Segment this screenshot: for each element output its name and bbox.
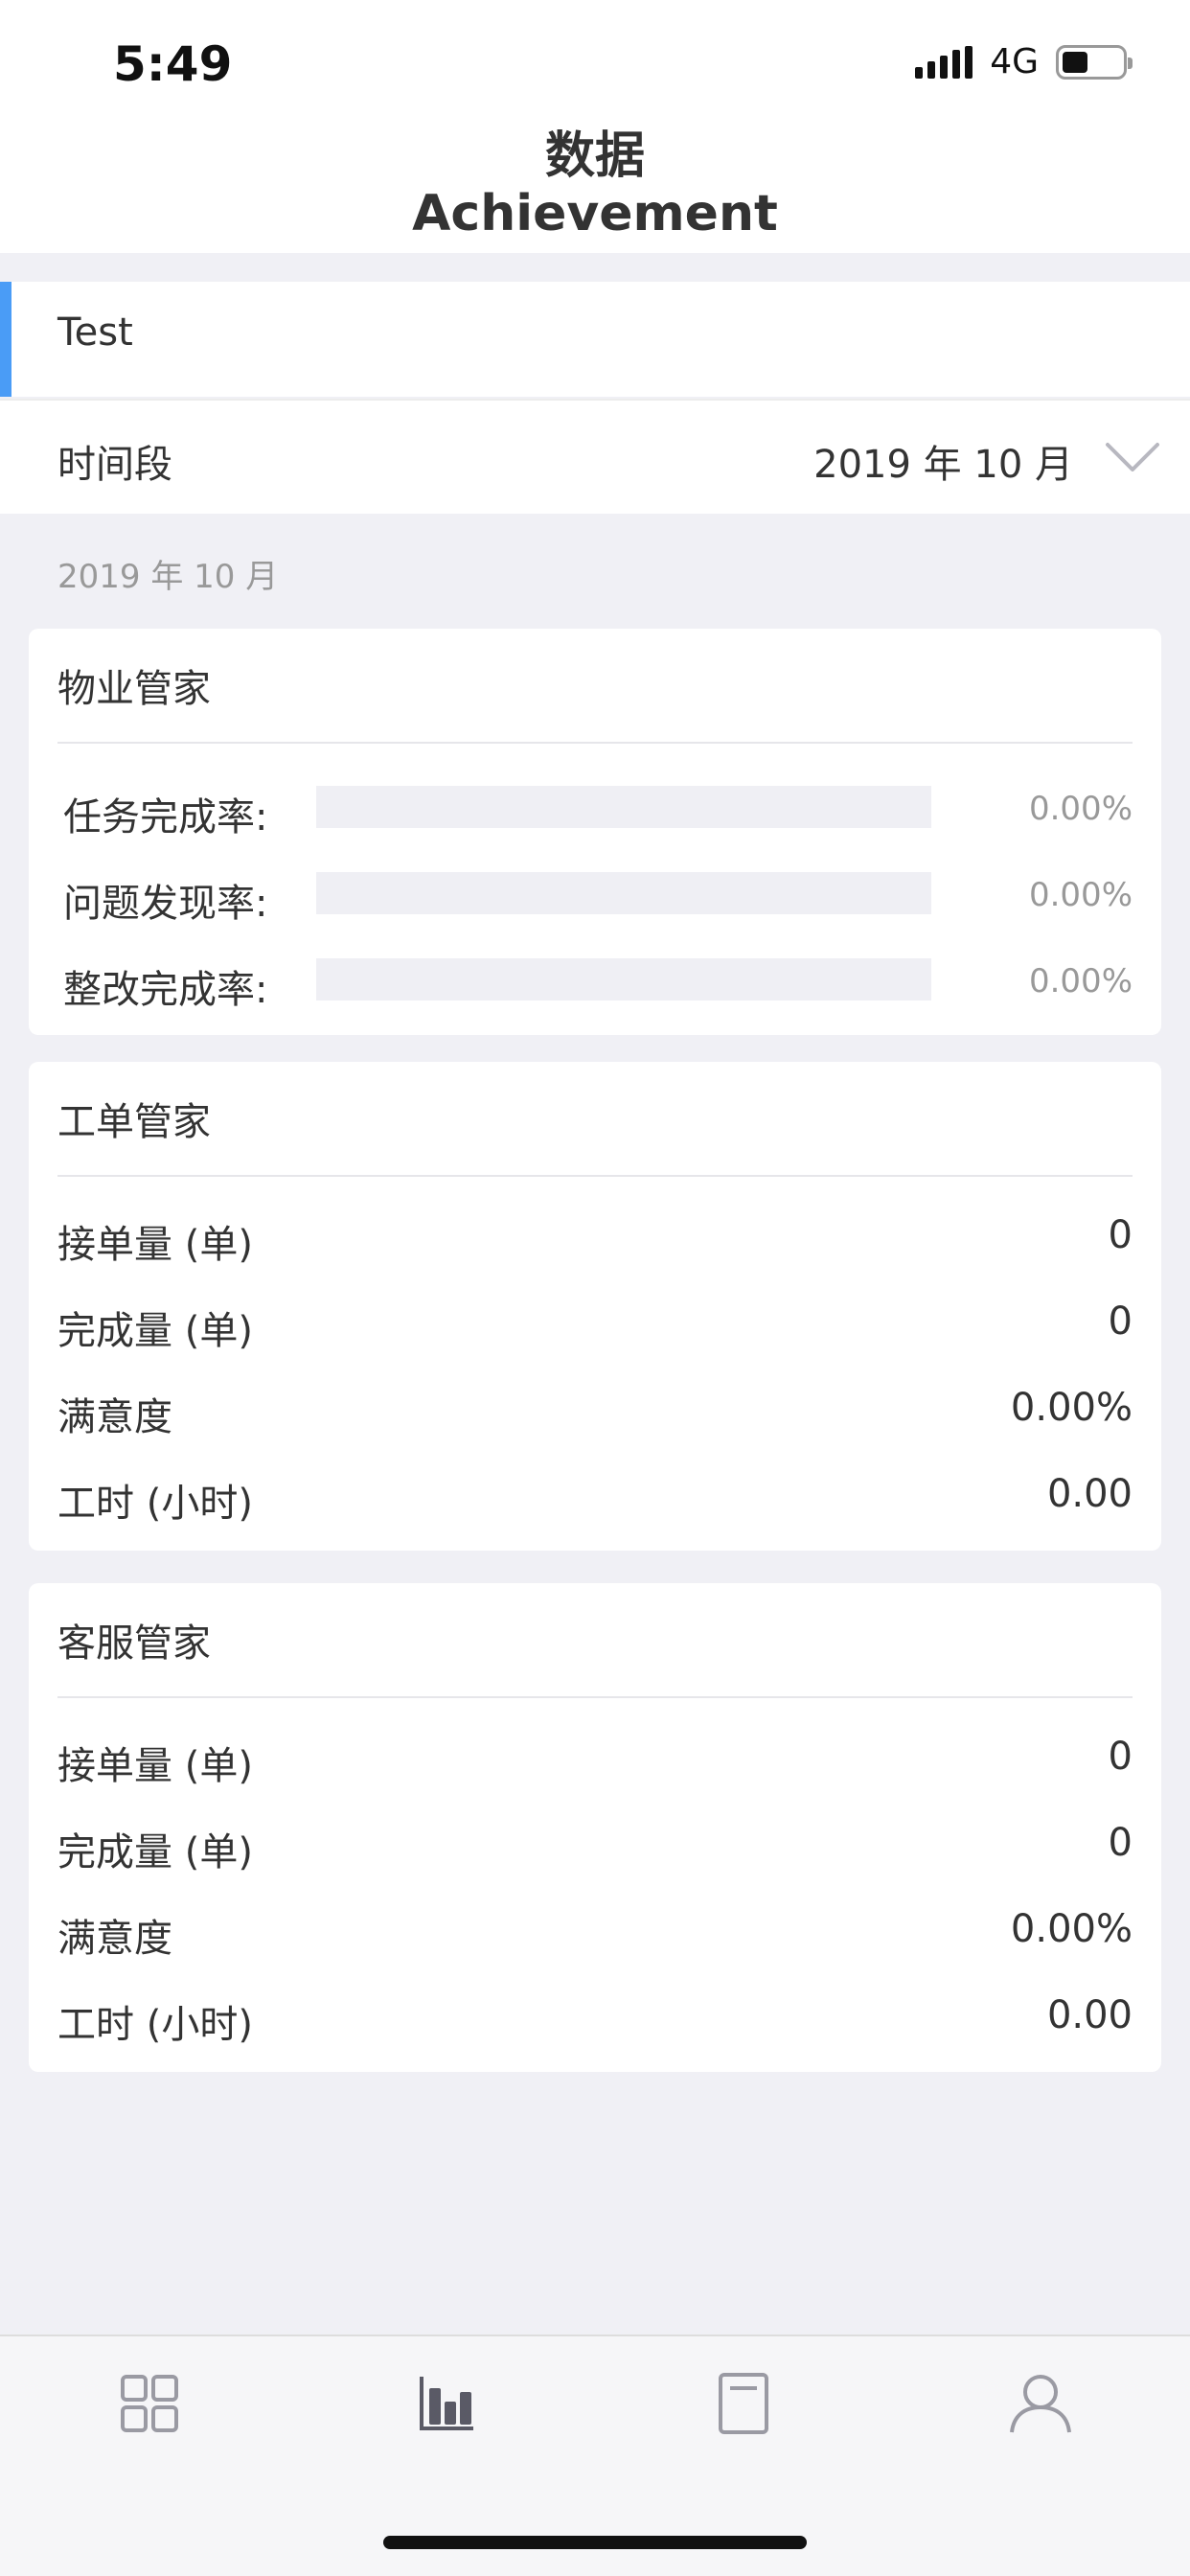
- stat-label: 满意度: [57, 1917, 172, 1961]
- home-indicator: [383, 2536, 807, 2549]
- stat-row: 接单量 (单) 0: [29, 1206, 1161, 1273]
- customer-service-manager-card: 客服管家 接单量 (单) 0 完成量 (单) 0 满意度 0.00% 工时 (小…: [29, 1583, 1161, 2072]
- period-label: 时间段: [57, 443, 172, 487]
- rate-value: 0.00%: [1028, 876, 1133, 914]
- rate-label: 问题发现率:: [63, 882, 268, 926]
- divider: [57, 742, 1133, 744]
- stat-value: 0.00: [1046, 1993, 1133, 2037]
- progress-track: [316, 786, 931, 828]
- stat-value: 0: [1108, 1300, 1133, 1344]
- stat-label: 完成量 (单): [57, 1309, 253, 1353]
- project-row[interactable]: Test: [0, 282, 1190, 397]
- battery-icon: [1056, 44, 1133, 80]
- stat-value: 0.00%: [1010, 1907, 1133, 1951]
- rate-row: 整改完成率: 0.00%: [29, 953, 1161, 1012]
- status-indicators: 4G: [915, 42, 1133, 81]
- stat-row: 完成量 (单) 0: [29, 1292, 1161, 1359]
- tab-profile[interactable]: [993, 2356, 1088, 2451]
- stat-value: 0.00: [1046, 1472, 1133, 1516]
- rate-label: 整改完成率:: [63, 968, 268, 1012]
- tab-home[interactable]: [102, 2356, 197, 2451]
- tab-data[interactable]: [399, 2356, 494, 2451]
- page-header: 数据 Achievement: [0, 128, 1190, 253]
- stat-row: 接单量 (单) 0: [29, 1727, 1161, 1794]
- period-selector[interactable]: 时间段 2019 年 10 月: [0, 399, 1190, 514]
- rate-label: 任务完成率:: [63, 795, 268, 840]
- person-icon: [1010, 2375, 1071, 2433]
- date-caption: 2019 年 10 月: [57, 558, 279, 596]
- bar-chart-icon: [420, 2377, 473, 2430]
- stat-row: 工时 (小时) 0.00: [29, 1986, 1161, 2053]
- divider: [57, 1175, 1133, 1177]
- project-name: Test: [57, 310, 133, 355]
- progress-track: [316, 958, 931, 1000]
- period-value: 2019 年 10 月: [813, 443, 1073, 487]
- card-title: 客服管家: [57, 1622, 211, 1666]
- stat-label: 满意度: [57, 1395, 172, 1439]
- stat-value: 0: [1108, 1821, 1133, 1865]
- network-type: 4G: [990, 42, 1039, 81]
- stat-value: 0: [1108, 1213, 1133, 1257]
- card-title: 物业管家: [57, 667, 211, 711]
- project-accent-bar: [0, 282, 11, 397]
- status-bar: 5:49 4G: [0, 0, 1190, 128]
- signal-icon: [915, 45, 973, 79]
- stat-label: 接单量 (单): [57, 1744, 253, 1788]
- stat-label: 工时 (小时): [57, 1482, 253, 1526]
- stat-row: 完成量 (单) 0: [29, 1813, 1161, 1880]
- stat-label: 工时 (小时): [57, 2003, 253, 2047]
- document-icon: [719, 2373, 768, 2434]
- tab-documents[interactable]: [696, 2356, 791, 2451]
- rate-row: 问题发现率: 0.00%: [29, 866, 1161, 926]
- stat-value: 0: [1108, 1735, 1133, 1779]
- stat-label: 接单量 (单): [57, 1223, 253, 1267]
- rate-value: 0.00%: [1028, 962, 1133, 1000]
- work-order-manager-card: 工单管家 接单量 (单) 0 完成量 (单) 0 满意度 0.00% 工时 (小…: [29, 1062, 1161, 1551]
- page-title-en: Achievement: [412, 185, 778, 242]
- card-title: 工单管家: [57, 1100, 211, 1144]
- stat-row: 工时 (小时) 0.00: [29, 1464, 1161, 1531]
- status-time: 5:49: [113, 36, 233, 92]
- divider: [57, 1696, 1133, 1698]
- progress-track: [316, 872, 931, 914]
- rate-value: 0.00%: [1028, 790, 1133, 828]
- stat-label: 完成量 (单): [57, 1830, 253, 1874]
- stat-row: 满意度 0.00%: [29, 1378, 1161, 1445]
- page-title-cn: 数据: [544, 127, 645, 185]
- stat-row: 满意度 0.00%: [29, 1899, 1161, 1966]
- stat-value: 0.00%: [1010, 1386, 1133, 1430]
- chevron-down-icon[interactable]: [1104, 429, 1161, 487]
- grid-icon: [121, 2375, 178, 2432]
- property-manager-card: 物业管家 任务完成率: 0.00% 问题发现率: 0.00% 整改完成率: 0.…: [29, 629, 1161, 1035]
- rate-row: 任务完成率: 0.00%: [29, 780, 1161, 840]
